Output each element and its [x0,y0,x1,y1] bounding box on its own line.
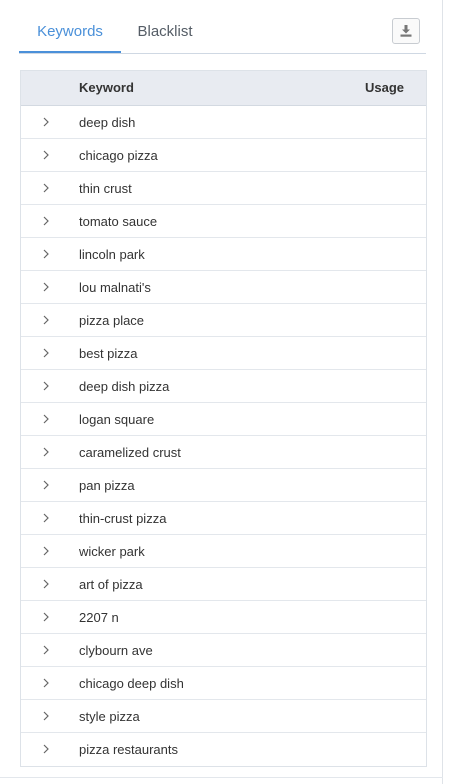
table-row[interactable]: logan square [21,403,426,436]
tab-blacklist[interactable]: Blacklist [121,14,209,53]
chevron-right-icon[interactable] [41,314,51,326]
chevron-right-icon[interactable] [41,413,51,425]
table-row[interactable]: lou malnati's [21,271,426,304]
table-row[interactable]: pan pizza [21,469,426,502]
keyword-cell: chicago pizza [79,148,158,163]
table-row[interactable]: chicago deep dish [21,667,426,700]
keyword-cell: wicker park [79,544,145,559]
keyword-cell: deep dish [79,115,136,130]
table-row[interactable]: clybourn ave [21,634,426,667]
chevron-right-icon[interactable] [41,611,51,623]
table-row[interactable]: lincoln park [21,238,426,271]
table-row[interactable]: best pizza [21,337,426,370]
table-body: deep dish chicago pizza thin crust tomato s… [21,106,426,766]
keyword-cell: clybourn ave [79,643,153,658]
download-button[interactable] [392,18,420,44]
chevron-right-icon[interactable] [41,182,51,194]
chevron-right-icon[interactable] [41,149,51,161]
chevron-right-icon[interactable] [41,446,51,458]
keyword-cell: logan square [79,412,155,427]
keyword-cell: thin crust [79,181,132,196]
keywords-table: Keyword Usage deep dish chicago pizza thin… [20,70,427,767]
keyword-cell: thin-crust pizza [79,511,167,526]
table-row[interactable]: wicker park [21,535,426,568]
table-row[interactable]: deep dish pizza [21,370,426,403]
table-row[interactable]: tomato sauce [21,205,426,238]
chevron-right-icon[interactable] [41,248,51,260]
chevron-right-icon[interactable] [41,743,51,755]
column-header-usage[interactable]: Usage [365,71,404,105]
keyword-cell: tomato sauce [79,214,158,229]
keyword-cell: pizza restaurants [79,742,178,757]
tab-bar: Keywords Blacklist [19,14,426,54]
chevron-right-icon[interactable] [41,644,51,656]
table-row[interactable]: pizza restaurants [21,733,426,766]
chevron-right-icon[interactable] [41,545,51,557]
chevron-right-icon[interactable] [41,347,51,359]
table-row[interactable]: 2207 n [21,601,426,634]
table-row[interactable]: thin-crust pizza [21,502,426,535]
keywords-panel: Keywords Blacklist Keyword Usage deep di… [0,0,443,784]
chevron-right-icon[interactable] [41,710,51,722]
keyword-cell: best pizza [79,346,138,361]
keyword-cell: caramelized crust [79,445,181,460]
table-row[interactable]: thin crust [21,172,426,205]
chevron-right-icon[interactable] [41,116,51,128]
bottom-divider [0,777,443,778]
tab-keywords[interactable]: Keywords [19,14,121,53]
keyword-cell: chicago deep dish [79,676,184,691]
table-row[interactable]: chicago pizza [21,139,426,172]
keyword-cell: pizza place [79,313,145,328]
download-icon [400,25,412,37]
keyword-cell: art of pizza [79,577,143,592]
table-header: Keyword Usage [21,71,426,106]
chevron-right-icon[interactable] [41,578,51,590]
chevron-right-icon[interactable] [41,512,51,524]
table-row[interactable]: pizza place [21,304,426,337]
chevron-right-icon[interactable] [41,380,51,392]
keyword-cell: 2207 n [79,610,119,625]
keyword-cell: lou malnati's [79,280,151,295]
column-header-keyword[interactable]: Keyword [79,71,134,105]
table-row[interactable]: deep dish [21,106,426,139]
keyword-cell: lincoln park [79,247,145,262]
chevron-right-icon[interactable] [41,677,51,689]
keyword-cell: deep dish pizza [79,379,170,394]
table-row[interactable]: art of pizza [21,568,426,601]
keyword-cell: style pizza [79,709,140,724]
chevron-right-icon[interactable] [41,281,51,293]
chevron-right-icon[interactable] [41,215,51,227]
chevron-right-icon[interactable] [41,479,51,491]
table-row[interactable]: style pizza [21,700,426,733]
table-row[interactable]: caramelized crust [21,436,426,469]
keyword-cell: pan pizza [79,478,135,493]
